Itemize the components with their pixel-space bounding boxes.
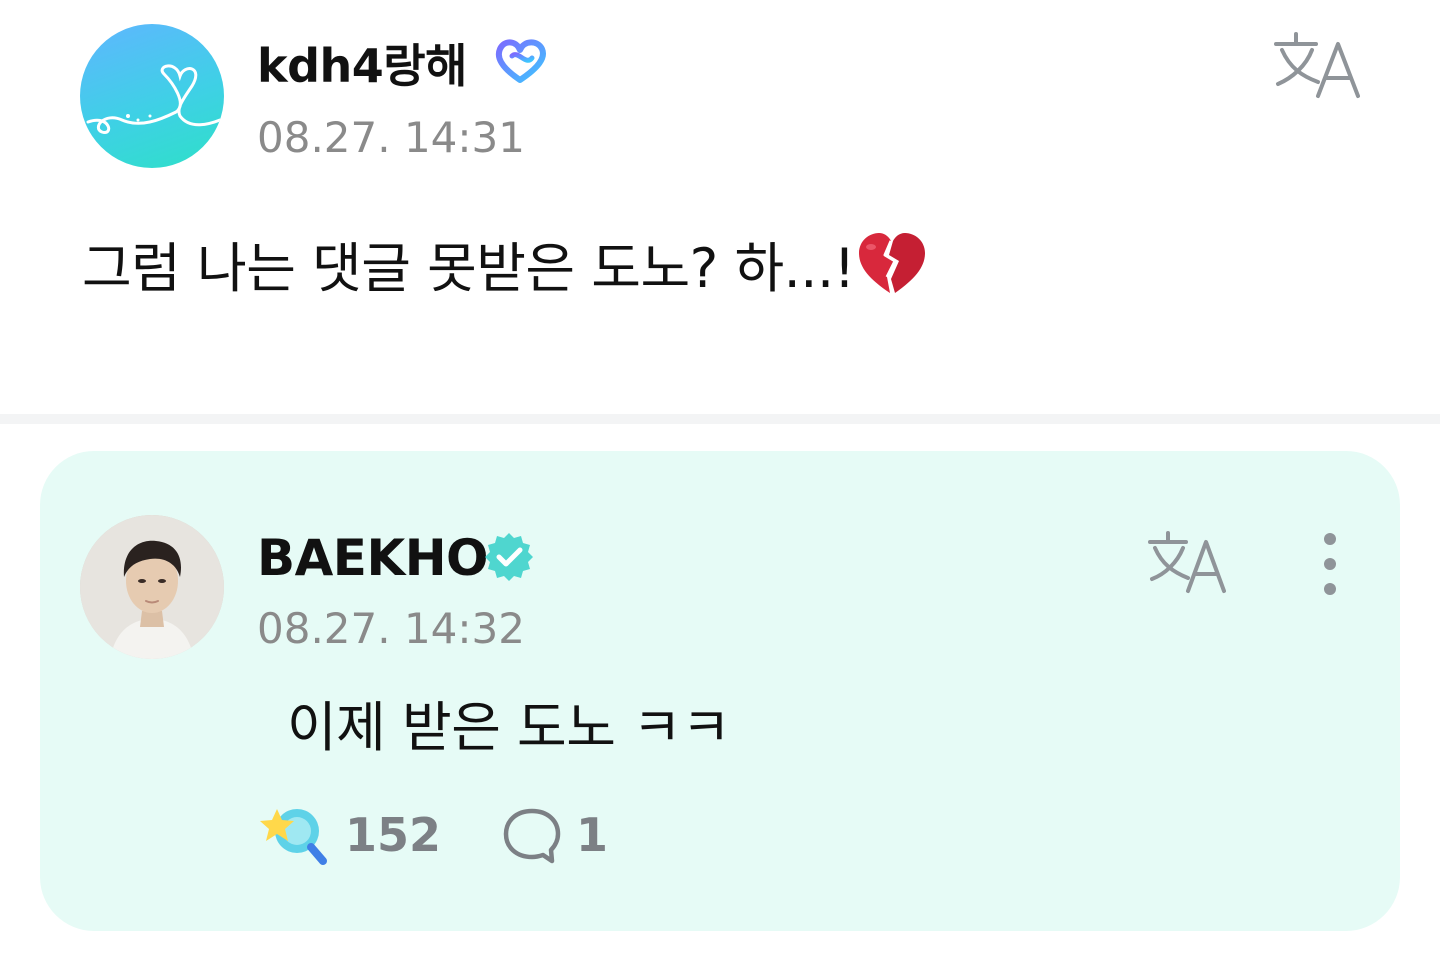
more-options-icon[interactable]	[1310, 529, 1350, 599]
reply-timestamp: 08.27. 14:32	[257, 604, 525, 653]
translate-icon[interactable]	[1146, 529, 1230, 595]
profile-photo	[80, 515, 224, 659]
verified-badge-icon	[485, 533, 533, 581]
comment-button[interactable]: 1	[500, 803, 608, 867]
reply-card: BAEKHO 08.27. 14:32 이제 받은 도노 ㅋㅋ 152 1	[40, 451, 1400, 931]
reply-author-name[interactable]: BAEKHO	[257, 529, 489, 587]
comment-bubble-icon	[503, 808, 561, 864]
section-divider	[0, 414, 1440, 424]
broken-heart-icon	[858, 233, 925, 293]
lightstick-star-icon	[260, 809, 327, 865]
post-card: kdh4랑해 08.27. 14:31 그럼 나는 댓글 못받은 도노? 하..…	[0, 0, 1440, 414]
comment-count: 1	[576, 808, 609, 862]
like-count: 152	[345, 808, 442, 862]
post-timestamp: 08.27. 14:31	[257, 113, 525, 162]
post-author-name[interactable]: kdh4랑해	[257, 30, 467, 96]
translate-icon[interactable]	[1272, 30, 1364, 100]
fan-heart-badge-icon	[495, 39, 546, 83]
post-author-avatar[interactable]	[80, 24, 224, 168]
heart-scribble-icon	[86, 64, 222, 134]
post-text-content: 그럼 나는 댓글 못받은 도노? 하...!	[82, 237, 855, 300]
like-button[interactable]: 152	[257, 803, 441, 867]
reply-text: 이제 받은 도노 ㅋㅋ	[287, 696, 731, 759]
post-text: 그럼 나는 댓글 못받은 도노? 하...!	[82, 224, 927, 303]
reply-author-avatar[interactable]	[80, 515, 224, 659]
